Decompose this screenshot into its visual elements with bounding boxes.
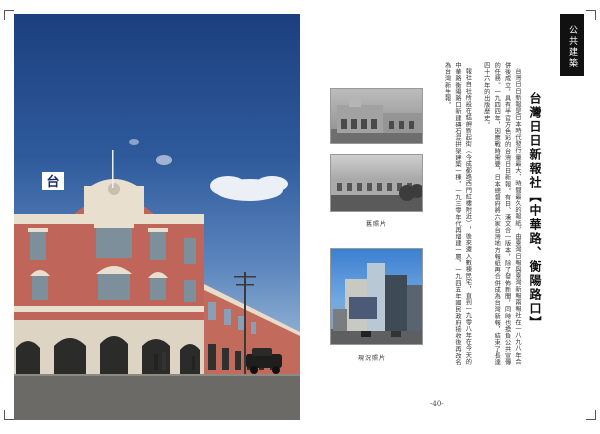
- old-photo-caption: 舊照片: [366, 221, 388, 228]
- current-photo-caption: 現況照片: [358, 355, 387, 362]
- body-paragraph: 報社自社所設在艋舺新起街（今成都路西門紅樓附近），後來遷入數棟民宅，直到一九零八…: [443, 62, 472, 366]
- current-photo: [330, 248, 423, 345]
- article-title: 台灣日日新報社【中華路、衡陽路口】: [528, 92, 542, 330]
- article-body: 台灣日日新報是日本時代發行量最大、時間最久的報紙，由臺灣日報與臺灣新報兩報社在一…: [434, 62, 522, 367]
- crop-mark: [586, 410, 596, 420]
- body-paragraph: 台灣日日新報是日本時代發行量最大、時間最久的報紙，由臺灣日報與臺灣新報兩報社在一…: [482, 62, 521, 366]
- newspaper-building-illustration: 台: [14, 14, 300, 420]
- crop-mark: [586, 10, 596, 20]
- crop-mark: [4, 410, 14, 420]
- old-photo-top: [330, 88, 423, 144]
- crop-mark: [4, 10, 14, 20]
- page-number: -40-: [430, 400, 444, 408]
- building-sign-char: 台: [46, 174, 59, 190]
- category-tag: 公共建築: [560, 14, 584, 76]
- old-photo-bottom: [330, 154, 423, 212]
